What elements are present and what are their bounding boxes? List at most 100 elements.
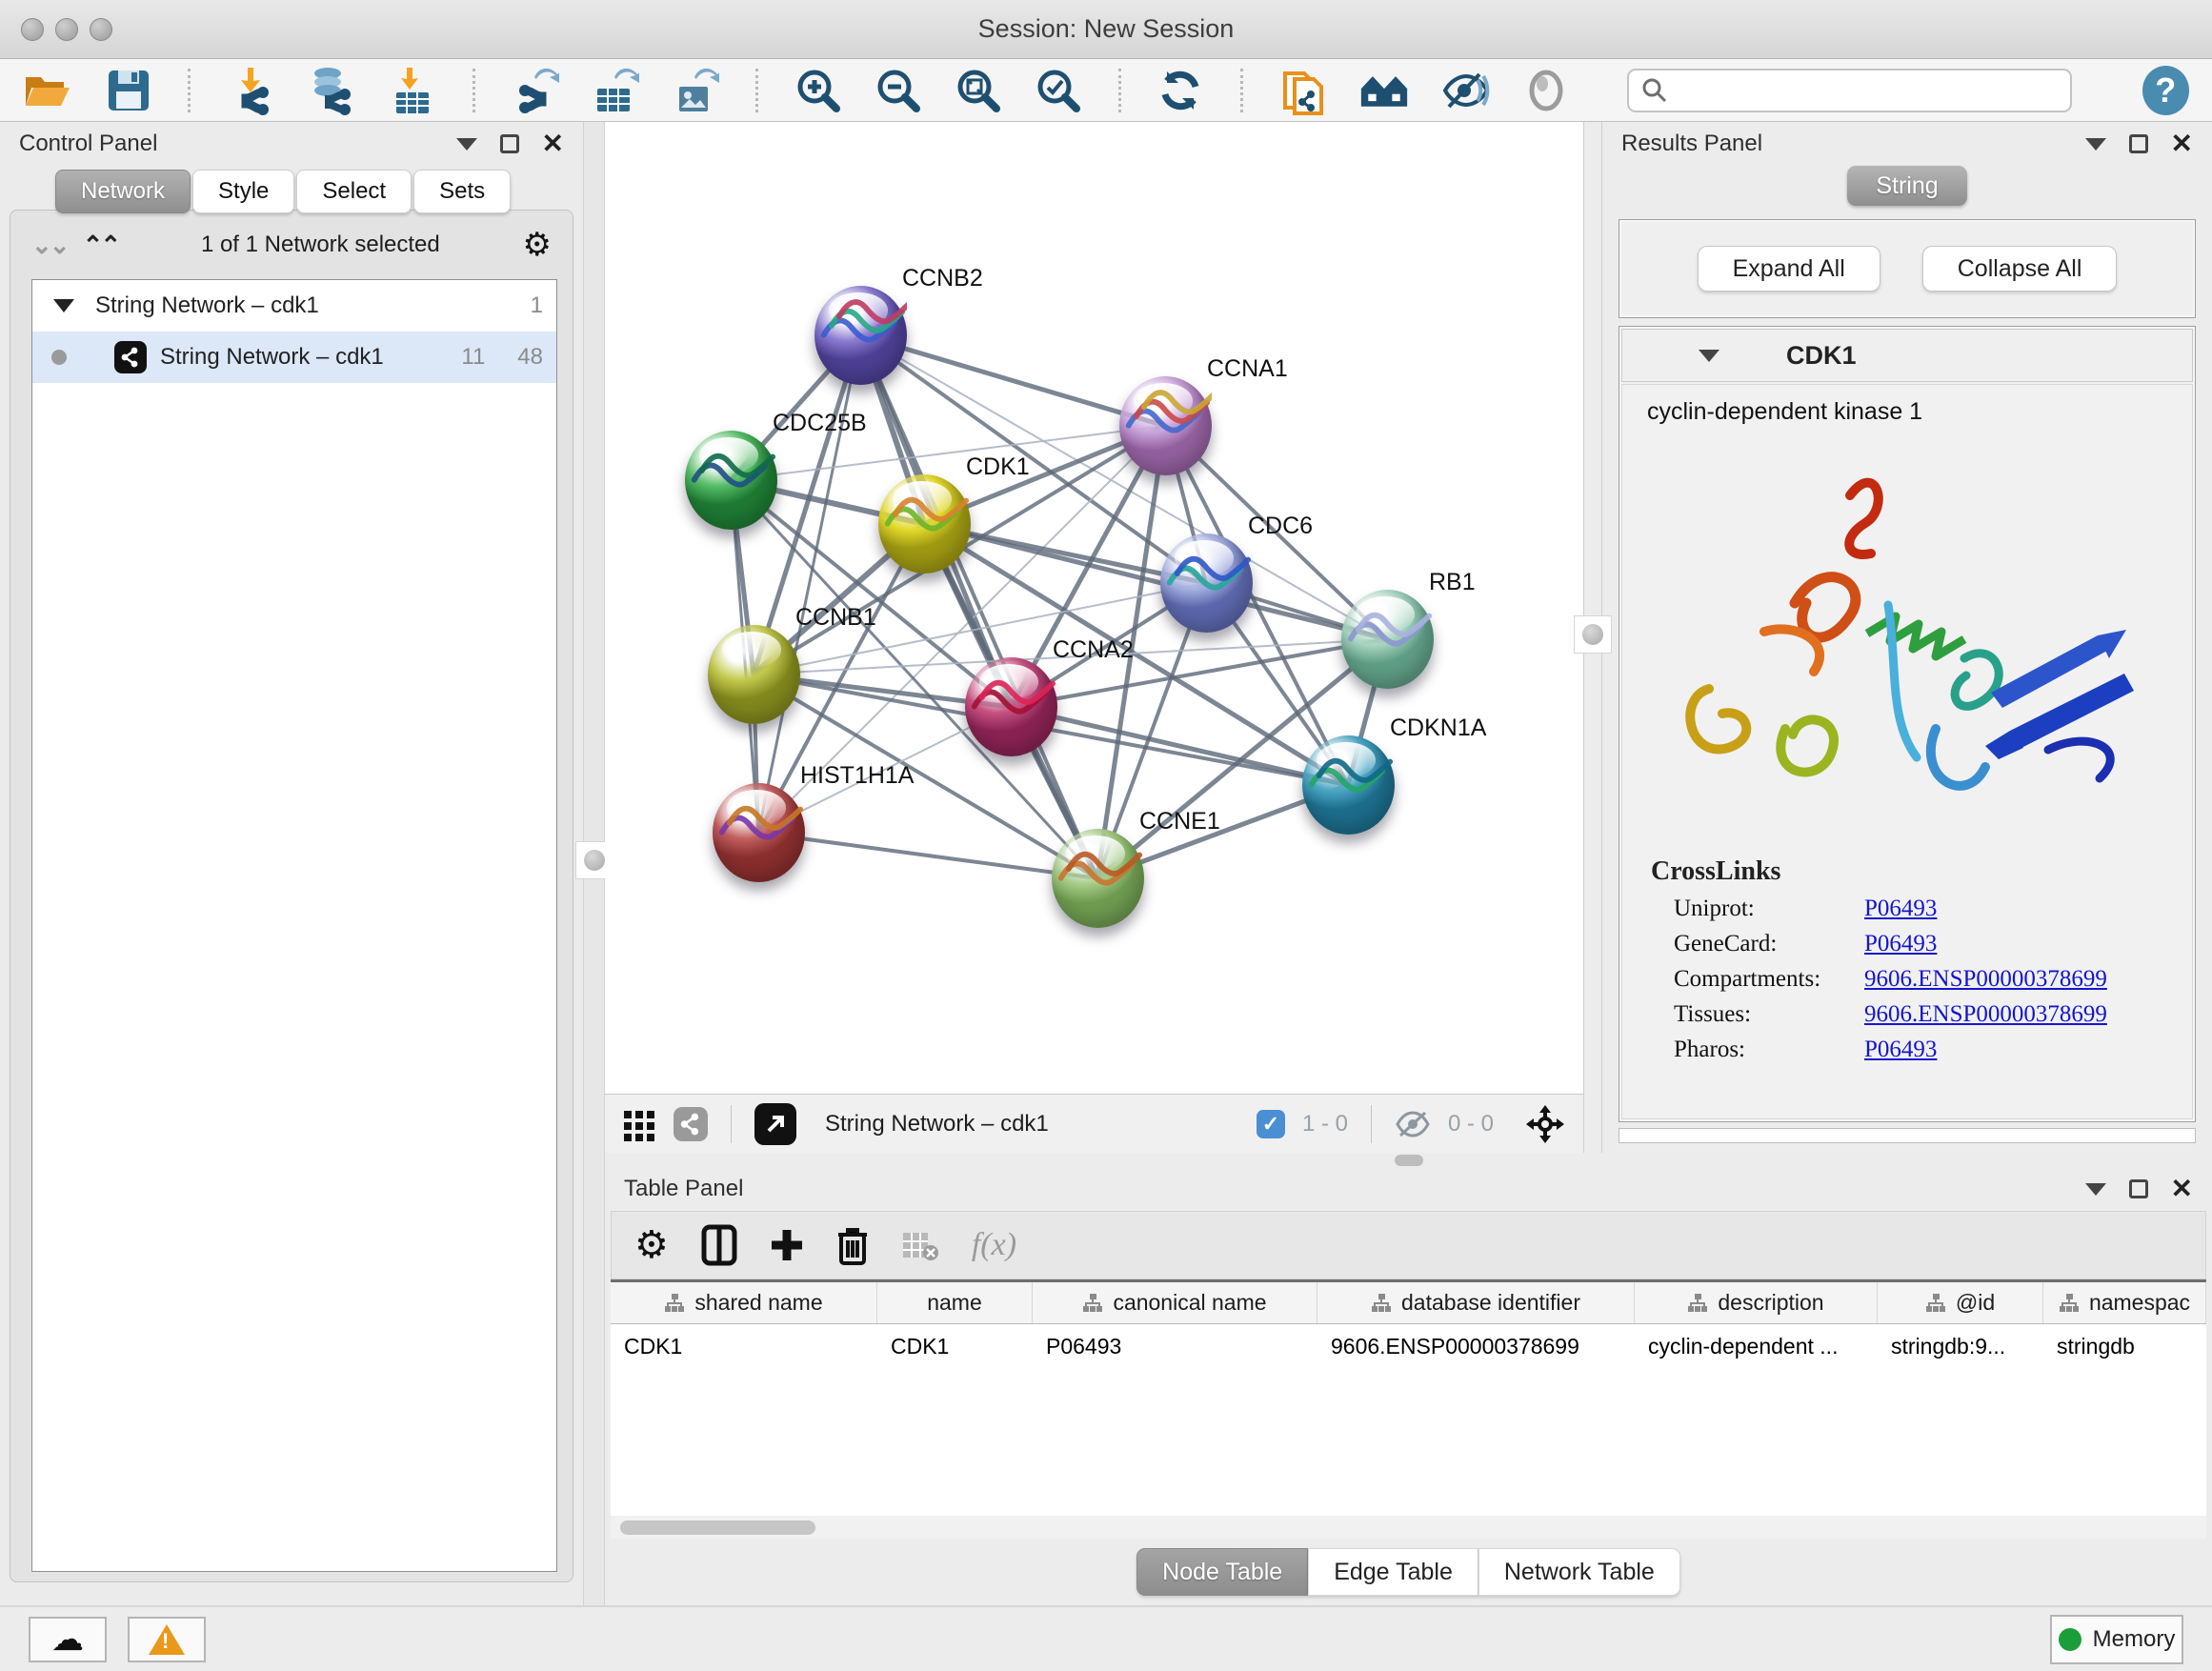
scrollbar-thumb[interactable] <box>620 1520 815 1535</box>
warnings-button[interactable] <box>128 1617 206 1662</box>
export-table-button[interactable] <box>592 66 639 115</box>
search-box[interactable] <box>1627 69 2072 112</box>
table-settings-gear-icon[interactable]: ⚙ <box>634 1223 669 1267</box>
crosslink-link[interactable]: P06493 <box>1864 896 1937 922</box>
tab-string[interactable]: String <box>1847 166 1966 206</box>
collection-expander-icon[interactable] <box>53 299 74 312</box>
network-node-cdkn1a[interactable] <box>1302 735 1395 835</box>
tab-network-table[interactable]: Network Table <box>1478 1548 1680 1596</box>
crosslink-link[interactable]: P06493 <box>1864 1037 1937 1063</box>
network-share-icon[interactable] <box>674 1107 708 1141</box>
left-splitter[interactable] <box>583 122 605 1605</box>
tab-style[interactable]: Style <box>192 170 294 213</box>
network-node-rb1[interactable] <box>1341 590 1434 689</box>
table-cell[interactable]: 9606.ENSP00000378699 <box>1317 1324 1635 1368</box>
network-edge[interactable] <box>758 833 1097 878</box>
import-network-file-button[interactable] <box>227 66 274 115</box>
right-splitter[interactable] <box>1583 122 1602 1153</box>
gray-eye-icon-button[interactable] <box>1523 66 1570 115</box>
panel-collapse-icon[interactable] <box>2085 138 2106 151</box>
table-cell[interactable]: P06493 <box>1033 1324 1317 1368</box>
network-node-cdk1[interactable] <box>878 474 971 574</box>
show-columns-icon[interactable] <box>701 1224 737 1266</box>
column-header[interactable]: shared name <box>611 1282 877 1323</box>
hidden-items-eye-icon[interactable] <box>1395 1109 1431 1139</box>
table-cell[interactable]: stringdb <box>2043 1324 2206 1368</box>
export-network-button[interactable] <box>512 66 559 115</box>
apply-layout-button[interactable] <box>1157 66 1204 115</box>
right-splitter-handle[interactable] <box>1574 615 1612 654</box>
horizontal-splitter[interactable] <box>605 1153 2212 1167</box>
protein-expander-icon[interactable] <box>1699 350 1719 362</box>
zoom-selected-button[interactable] <box>1035 66 1082 115</box>
network-node-ccne1[interactable] <box>1052 829 1144 928</box>
tab-edge-table[interactable]: Edge Table <box>1308 1548 1478 1596</box>
zoom-in-button[interactable] <box>794 66 842 115</box>
export-image-button[interactable] <box>672 66 719 115</box>
tab-network[interactable]: Network <box>55 170 191 213</box>
memory-button[interactable]: Memory <box>2050 1615 2183 1664</box>
network-node-cdc6[interactable] <box>1160 534 1253 633</box>
panel-float-icon[interactable] <box>2129 1179 2148 1198</box>
network-options-gear-icon[interactable]: ⚙ <box>523 226 552 264</box>
add-column-icon[interactable] <box>770 1228 804 1262</box>
tab-sets[interactable]: Sets <box>413 170 511 213</box>
external-link-icon[interactable] <box>754 1103 796 1145</box>
save-session-button[interactable] <box>105 66 151 115</box>
table-cell[interactable]: CDK1 <box>877 1324 1033 1368</box>
selected-items-checkbox[interactable]: ✓ <box>1257 1110 1285 1138</box>
table-cell[interactable]: stringdb:9... <box>1878 1324 2043 1368</box>
panel-close-icon[interactable]: ✕ <box>2171 1176 2193 1202</box>
open-session-button[interactable] <box>23 66 72 115</box>
cloud-status-button[interactable]: ☁ <box>29 1617 107 1662</box>
network-node-ccna1[interactable] <box>1119 376 1212 475</box>
network-edge[interactable] <box>1011 707 1348 785</box>
delete-column-trash-icon[interactable] <box>836 1225 869 1265</box>
horizontal-splitter-handle[interactable] <box>1395 1155 1423 1166</box>
panel-collapse-icon[interactable] <box>2085 1183 2106 1196</box>
protein-header[interactable]: CDK1 <box>1621 329 2193 382</box>
network-node-ccnb1[interactable] <box>708 625 800 724</box>
search-input[interactable] <box>1669 77 2059 104</box>
panel-collapse-icon[interactable] <box>456 138 477 151</box>
collapse-all-button[interactable]: Collapse All <box>1922 246 2118 292</box>
network-node-hist1h1a[interactable] <box>713 783 805 882</box>
table-cell[interactable]: cyclin-dependent ... <box>1635 1324 1878 1368</box>
network-row[interactable]: String Network – cdk1 11 48 <box>32 332 556 383</box>
crosslink-link[interactable]: 9606.ENSP00000378699 <box>1864 1001 2107 1028</box>
panel-float-icon[interactable] <box>500 134 519 153</box>
close-window-button[interactable] <box>21 18 44 41</box>
network-node-ccnb2[interactable] <box>814 286 907 385</box>
birds-eye-view-icon[interactable] <box>622 1107 656 1141</box>
panel-close-icon[interactable]: ✕ <box>2171 131 2193 157</box>
column-header[interactable]: @id <box>1878 1282 2043 1323</box>
import-network-database-button[interactable] <box>307 66 356 115</box>
table-horizontal-scrollbar[interactable] <box>611 1516 2206 1539</box>
column-header[interactable]: canonical name <box>1033 1282 1317 1323</box>
import-table-button[interactable] <box>389 66 435 115</box>
results-scroll-strip[interactable] <box>1619 1128 2196 1143</box>
crosslink-link[interactable]: P06493 <box>1864 931 1937 957</box>
network-collection-row[interactable]: String Network – cdk1 1 <box>32 280 556 332</box>
expand-all-networks-icon[interactable]: ⌃⌃ <box>83 231 119 260</box>
network-node-ccna2[interactable] <box>965 657 1057 756</box>
network-canvas[interactable]: CCNB2CCNA1CDC25BCDK1CDC6RB1CCNB1CCNA2CDK… <box>605 122 1583 1094</box>
minimize-window-button[interactable] <box>55 18 78 41</box>
string-document-button[interactable] <box>1279 66 1326 115</box>
column-header[interactable]: name <box>877 1282 1033 1323</box>
crosslink-link[interactable]: 9606.ENSP00000378699 <box>1864 966 2107 993</box>
column-header[interactable]: description <box>1635 1282 1878 1323</box>
houses-icon-button[interactable] <box>1359 66 1409 115</box>
table-row[interactable]: CDK1 CDK1 P06493 9606.ENSP00000378699 cy… <box>611 1324 2206 1368</box>
network-node-cdc25b[interactable] <box>685 431 777 530</box>
move-crosshair-icon[interactable] <box>1524 1103 1566 1145</box>
help-button[interactable]: ? <box>2142 66 2189 115</box>
eye-waves-icon-button[interactable] <box>1441 66 1491 115</box>
network-edge[interactable] <box>924 524 1387 639</box>
expand-all-button[interactable]: Expand All <box>1698 246 1880 292</box>
panel-close-icon[interactable]: ✕ <box>542 131 564 157</box>
zoom-out-button[interactable] <box>875 66 922 115</box>
collapse-all-networks-icon[interactable]: ⌄⌄ <box>31 231 68 260</box>
column-header[interactable]: database identifier <box>1317 1282 1635 1323</box>
zoom-window-button[interactable] <box>90 18 112 41</box>
